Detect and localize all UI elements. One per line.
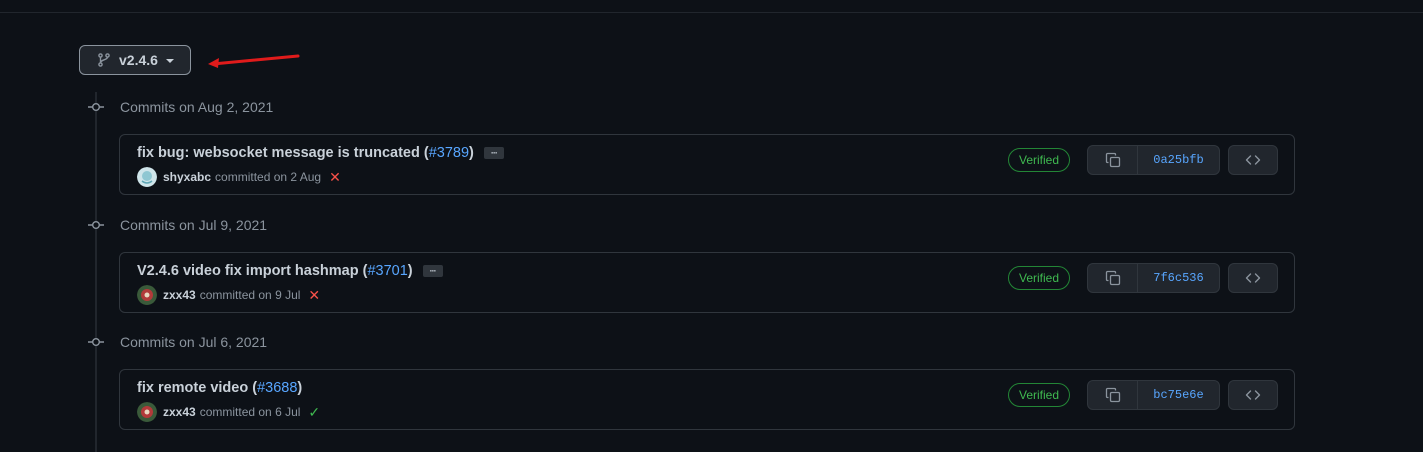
committed-date: committed on 9 Jul: [199, 288, 301, 302]
copy-icon: [1105, 270, 1120, 286]
commit-message-end: ): [297, 380, 303, 396]
commit-sha-link[interactable]: 0a25bfb: [1138, 146, 1219, 174]
commit-message-end: ): [469, 145, 474, 161]
commit-group-date: Commits on Aug 2, 2021: [120, 99, 274, 115]
author-link[interactable]: shyxabc: [163, 170, 211, 184]
copy-sha-button[interactable]: [1088, 146, 1138, 174]
caret-down-icon: [165, 59, 174, 63]
commit-row: V2.4.6 video fix import hashmap (#3701) …: [119, 252, 1295, 313]
copy-icon: [1105, 152, 1120, 168]
commit-meta: zxx43 committed on 6 Jul ✓: [137, 402, 320, 422]
verified-badge[interactable]: Verified: [1008, 148, 1071, 172]
commit-group-heading: Commits on Jul 9, 2021: [88, 217, 267, 233]
sha-button-group: 0a25bfb: [1087, 145, 1220, 175]
commit-row: fix bug: websocket message is truncated …: [119, 134, 1295, 195]
commit-sha-link[interactable]: bc75e6e: [1138, 381, 1219, 409]
commit-node-icon: [88, 99, 104, 115]
branch-selector-button[interactable]: v2.4.6: [79, 45, 191, 75]
browse-code-button[interactable]: [1228, 380, 1278, 410]
git-branch-icon: [96, 52, 112, 68]
code-icon: [1245, 273, 1261, 283]
author-link[interactable]: zxx43: [163, 405, 196, 419]
avatar[interactable]: [137, 402, 157, 422]
avatar[interactable]: [137, 167, 157, 187]
pull-request-link[interactable]: #3688: [257, 380, 297, 396]
commit-meta: zxx43 committed on 9 Jul ✕: [137, 285, 320, 305]
commit-message-end: ): [407, 263, 413, 279]
avatar[interactable]: [137, 285, 157, 305]
commit-message[interactable]: fix remote video (: [137, 380, 257, 396]
verified-badge[interactable]: Verified: [1008, 383, 1071, 407]
committed-date: committed on 2 Aug: [215, 170, 322, 184]
status-failure-icon[interactable]: ✕: [329, 169, 341, 186]
commit-title[interactable]: V2.4.6 video fix import hashmap (#3701) …: [137, 263, 443, 279]
commit-row: fix remote video (#3688) zxx43 committed…: [119, 369, 1295, 430]
code-icon: [1245, 390, 1261, 400]
expand-message-button[interactable]: ···: [422, 265, 443, 277]
commit-group-heading: Commits on Aug 2, 2021: [88, 99, 273, 115]
verified-badge[interactable]: Verified: [1008, 266, 1071, 290]
header-divider: [0, 12, 1423, 13]
commit-node-icon: [88, 334, 104, 350]
pull-request-link[interactable]: #3701: [367, 263, 407, 279]
timeline-line: [95, 92, 97, 452]
commit-group-date: Commits on Jul 6, 2021: [120, 334, 268, 350]
browse-code-button[interactable]: [1228, 263, 1278, 293]
copy-sha-button[interactable]: [1088, 381, 1138, 409]
committed-date: committed on 6 Jul: [199, 405, 301, 419]
copy-icon: [1105, 387, 1120, 403]
commit-title[interactable]: fix remote video (#3688): [137, 380, 302, 396]
author-link[interactable]: zxx43: [163, 288, 196, 302]
pull-request-link[interactable]: #3789: [429, 145, 469, 161]
commit-message[interactable]: V2.4.6 video fix import hashmap (: [137, 263, 367, 279]
commit-group-date: Commits on Jul 9, 2021: [120, 217, 268, 233]
copy-sha-button[interactable]: [1088, 264, 1138, 292]
commit-sha-link[interactable]: 7f6c536: [1138, 264, 1219, 292]
commit-title[interactable]: fix bug: websocket message is truncated …: [137, 145, 504, 161]
code-icon: [1245, 155, 1261, 165]
status-success-icon[interactable]: ✓: [308, 404, 320, 421]
branch-name: v2.4.6: [119, 52, 158, 68]
commit-node-icon: [88, 217, 104, 233]
browse-code-button[interactable]: [1228, 145, 1278, 175]
commit-meta: shyxabc committed on 2 Aug ✕: [137, 167, 341, 187]
commit-group-heading: Commits on Jul 6, 2021: [88, 334, 267, 350]
status-failure-icon[interactable]: ✕: [308, 287, 320, 304]
sha-button-group: 7f6c536: [1087, 263, 1220, 293]
sha-button-group: bc75e6e: [1087, 380, 1220, 410]
annotation-arrow-icon: [208, 54, 300, 68]
commit-message[interactable]: fix bug: websocket message is truncated …: [137, 145, 429, 161]
expand-message-button[interactable]: ···: [483, 147, 504, 159]
